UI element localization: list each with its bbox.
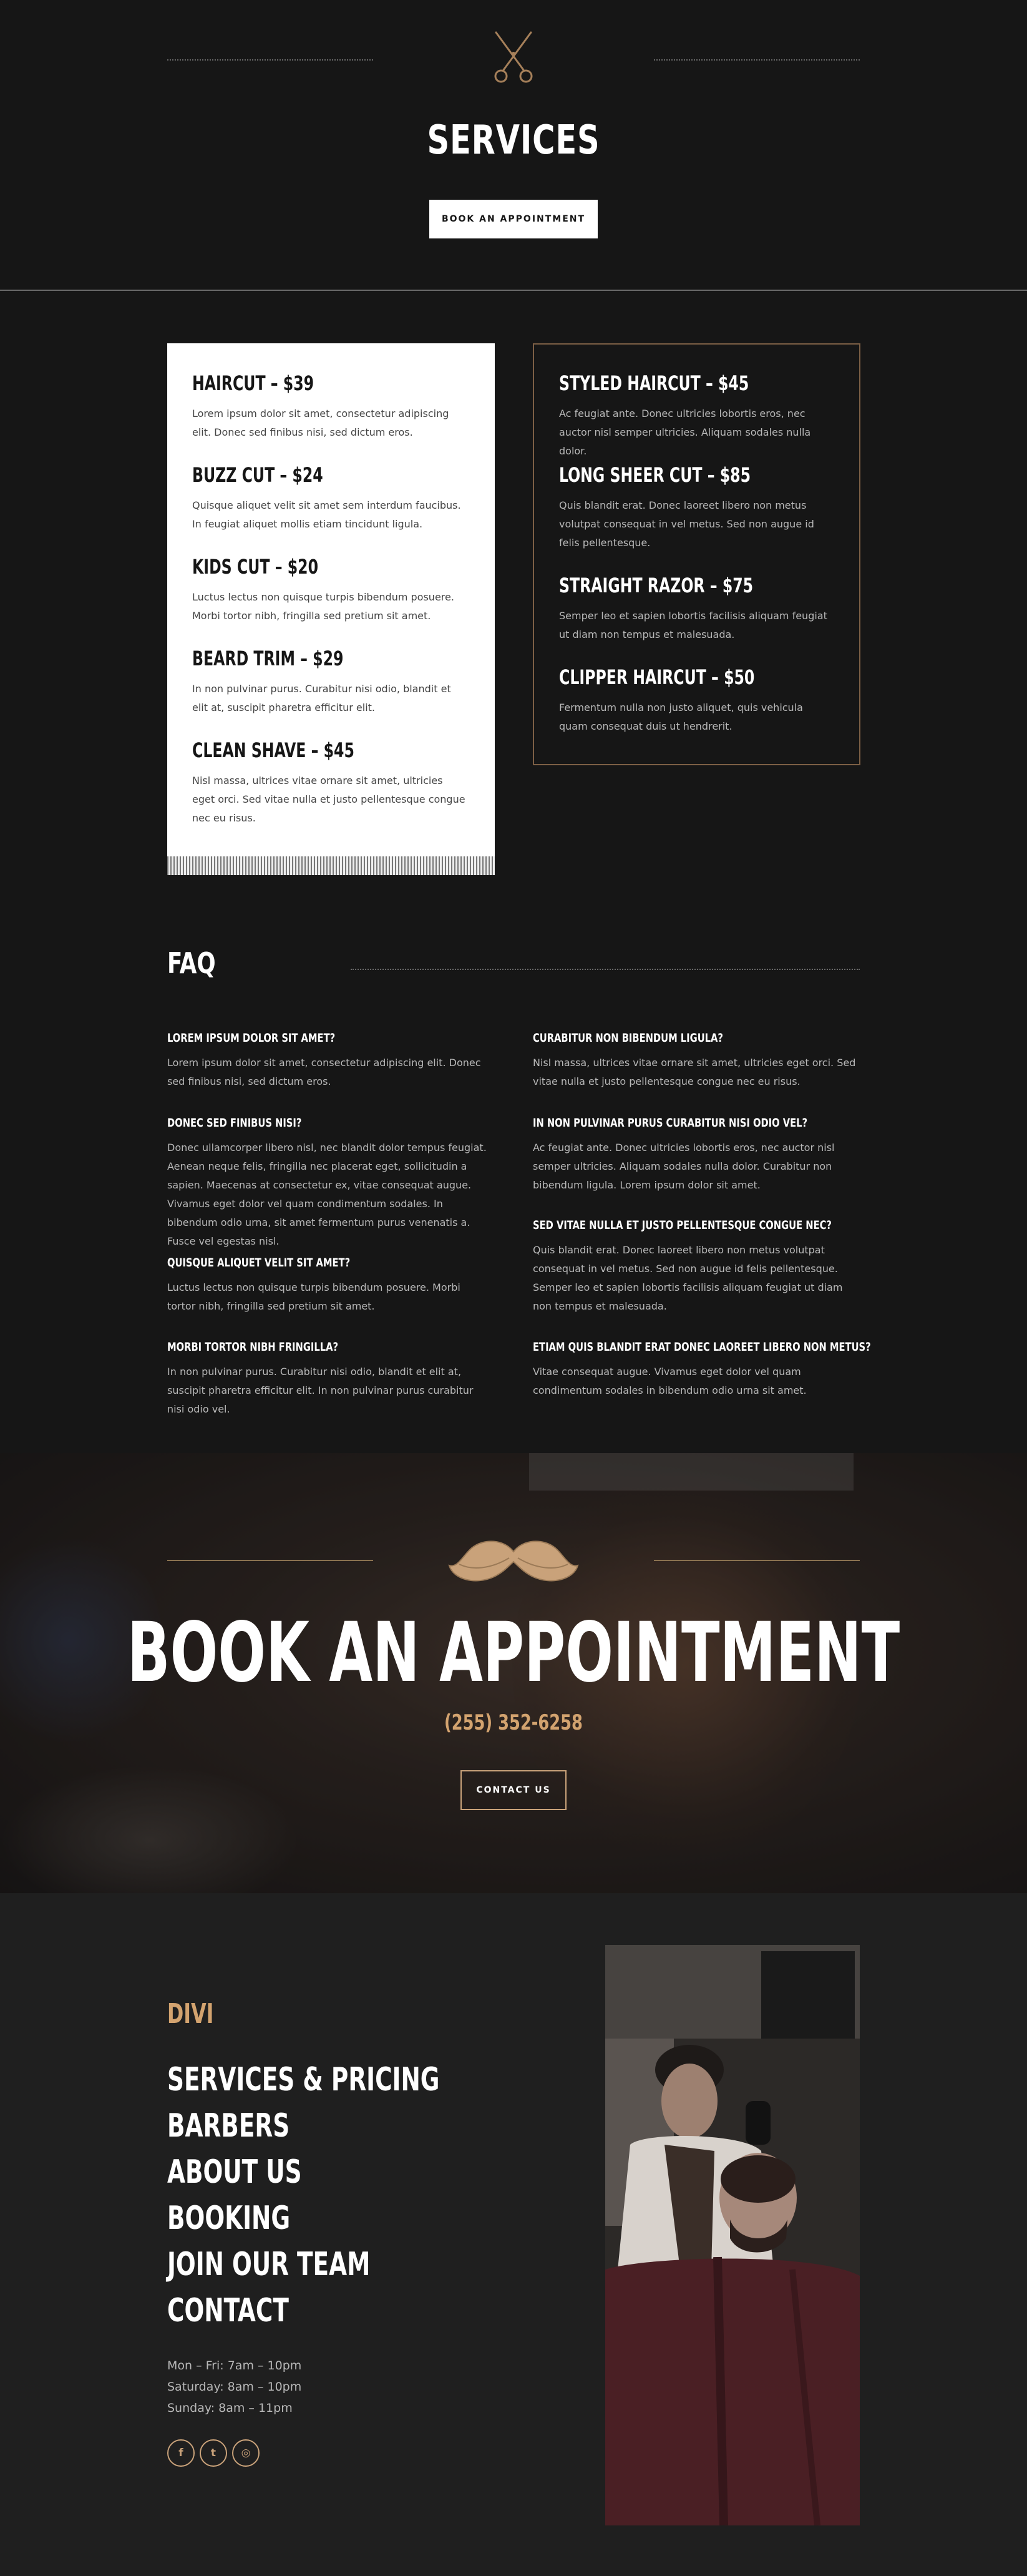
social-links: f t ◎	[167, 2439, 260, 2467]
faq-question: SED VITAE NULLA ET JUSTO PELLENTESQUE CO…	[533, 1218, 832, 1232]
footer-logo[interactable]: DIVI	[167, 1998, 213, 2030]
service-item: CLIPPER HAIRCUT – $50 Fermentum nulla no…	[559, 665, 834, 736]
faq-question: DONEC SED FINIBUS NISI?	[167, 1116, 302, 1130]
hours-saturday: Saturday: 8am – 10pm	[167, 2380, 302, 2394]
service-description: Lorem ipsum dolor sit amet, consectetur …	[192, 408, 449, 438]
service-name: LONG SHEER CUT – $85	[559, 463, 751, 487]
service-description: Luctus lectus non quisque turpis bibendu…	[192, 591, 454, 622]
section-divider	[0, 290, 1027, 291]
faq-item: CURABITUR NON BIBENDUM LIGULA? Nisl mass…	[533, 1030, 857, 1091]
mustache-icon	[448, 1540, 579, 1582]
service-name: STYLED HAIRCUT – $45	[559, 371, 749, 395]
hours-weekdays: Mon – Fri: 7am – 10pm	[167, 2359, 302, 2373]
service-name: CLIPPER HAIRCUT – $50	[559, 665, 755, 689]
nav-link-barbers[interactable]: BARBERS	[167, 2103, 439, 2149]
nav-link-about-us[interactable]: ABOUT US	[167, 2149, 439, 2195]
opening-hours: Mon – Fri: 7am – 10pm Saturday: 8am – 10…	[167, 2355, 301, 2419]
book-divider-left	[167, 1560, 373, 1561]
nav-link-booking[interactable]: BOOKING	[167, 2195, 439, 2241]
scissors-icon	[494, 31, 533, 83]
services-card-secondary: STYLED HAIRCUT – $45 Ac feugiat ante. Do…	[533, 343, 860, 765]
service-description: Quisque aliquet velit sit amet sem inter…	[192, 499, 461, 530]
service-name: CLEAN SHAVE – $45	[192, 738, 354, 762]
faq-answer: Vitae consequat augue. Vivamus eget dolo…	[533, 1366, 807, 1396]
services-card-primary: HAIRCUT – $39 Lorem ipsum dolor sit amet…	[167, 343, 495, 875]
faq-item: MORBI TORTOR NIBH FRINGILLA? In non pulv…	[167, 1339, 492, 1419]
footer: DIVI SERVICES & PRICING BARBERS ABOUT US…	[0, 1893, 1027, 2576]
service-item: HAIRCUT – $39 Lorem ipsum dolor sit amet…	[192, 371, 467, 442]
faq-item: IN NON PULVINAR PURUS CURABITUR NISI ODI…	[533, 1115, 857, 1195]
hours-sunday: Sunday: 8am – 11pm	[167, 2401, 293, 2415]
service-description: In non pulvinar purus. Curabitur nisi od…	[192, 683, 451, 713]
faq-question: QUISQUE ALIQUET VELIT SIT AMET?	[167, 1256, 351, 1270]
faq-divider	[351, 969, 860, 970]
faq-item: DONEC SED FINIBUS NISI? Donec ullamcorpe…	[167, 1115, 492, 1251]
service-item: KIDS CUT – $20 Luctus lectus non quisque…	[192, 554, 467, 625]
faq-title: FAQ	[167, 946, 216, 980]
contact-us-button[interactable]: CONTACT US	[460, 1770, 567, 1810]
phone-number[interactable]: (255) 352-6258	[82, 1710, 945, 1735]
faq-item: LOREM IPSUM DOLOR SIT AMET? Lorem ipsum …	[167, 1030, 492, 1091]
faq-answer: Donec ullamcorper libero nisl, nec bland…	[167, 1142, 487, 1247]
service-name: HAIRCUT – $39	[192, 371, 314, 395]
faq-answer: Lorem ipsum dolor sit amet, consectetur …	[167, 1057, 481, 1087]
service-description: Semper leo et sapien lobortis facilisis …	[559, 610, 827, 640]
faq-question: ETIAM QUIS BLANDIT ERAT DONEC LAOREET LI…	[533, 1340, 871, 1354]
hero-divider-left	[167, 59, 373, 61]
faq-answer: Nisl massa, ultrices vitae ornare sit am…	[533, 1057, 856, 1087]
facebook-icon[interactable]: f	[167, 2439, 195, 2467]
service-item: STRAIGHT RAZOR – $75 Semper leo et sapie…	[559, 573, 834, 644]
page: SERVICES BOOK AN APPOINTMENT HAIRCUT – $…	[0, 0, 1027, 2576]
barber-photo-illustration	[605, 1945, 860, 2525]
faq-question: IN NON PULVINAR PURUS CURABITUR NISI ODI…	[533, 1116, 808, 1130]
service-name: BEARD TRIM – $29	[192, 647, 344, 670]
faq-answer: Quis blandit erat. Donec laoreet libero …	[533, 1244, 843, 1312]
service-description: Ac feugiat ante. Donec ultricies loborti…	[559, 408, 811, 457]
service-name: BUZZ CUT – $24	[192, 463, 323, 487]
faq-item: QUISQUE ALIQUET VELIT SIT AMET? Luctus l…	[167, 1255, 492, 1316]
service-name: KIDS CUT – $20	[192, 555, 318, 579]
service-description: Fermentum nulla non justo aliquet, quis …	[559, 702, 803, 732]
footer-nav: SERVICES & PRICING BARBERS ABOUT US BOOK…	[167, 2057, 508, 2334]
service-description: Quis blandit erat. Donec laoreet libero …	[559, 499, 814, 549]
service-item: BUZZ CUT – $24 Quisque aliquet velit sit…	[192, 463, 467, 534]
hero-divider-right	[654, 59, 860, 61]
faq-answer: In non pulvinar purus. Curabitur nisi od…	[167, 1366, 474, 1415]
faq-answer: Ac feugiat ante. Donec ultricies loborti…	[533, 1142, 835, 1191]
service-description: Nisl massa, ultrices vitae ornare sit am…	[192, 775, 465, 824]
service-item: CLEAN SHAVE – $45 Nisl massa, ultrices v…	[192, 738, 467, 828]
nav-link-contact[interactable]: CONTACT	[167, 2288, 439, 2334]
nav-link-services-pricing[interactable]: SERVICES & PRICING	[167, 2057, 439, 2103]
faq-question: LOREM IPSUM DOLOR SIT AMET?	[167, 1031, 336, 1045]
book-appointment-title: BOOK AN APPOINTMENT	[127, 1605, 900, 1701]
card-stripe-pattern	[167, 856, 495, 875]
faq-item: ETIAM QUIS BLANDIT ERAT DONEC LAOREET LI…	[533, 1339, 871, 1400]
service-item: STYLED HAIRCUT – $45 Ac feugiat ante. Do…	[559, 371, 834, 461]
faq-item: SED VITAE NULLA ET JUSTO PELLENTESQUE CO…	[533, 1217, 857, 1316]
instagram-icon[interactable]: ◎	[232, 2439, 260, 2467]
faq-question: MORBI TORTOR NIBH FRINGILLA?	[167, 1340, 338, 1354]
page-title: SERVICES	[427, 117, 600, 164]
twitter-icon[interactable]: t	[200, 2439, 227, 2467]
service-name: STRAIGHT RAZOR – $75	[559, 574, 754, 597]
services-hero: SERVICES BOOK AN APPOINTMENT	[0, 0, 1027, 291]
book-appointment-button[interactable]: BOOK AN APPOINTMENT	[429, 200, 598, 238]
nav-link-join-our-team[interactable]: JOIN OUR TEAM	[167, 2241, 439, 2288]
faq-question: CURABITUR NON BIBENDUM LIGULA?	[533, 1031, 723, 1045]
service-item: LONG SHEER CUT – $85 Quis blandit erat. …	[559, 463, 834, 552]
book-appointment-section: BOOK AN APPOINTMENT (255) 352-6258 CONTA…	[0, 1453, 1027, 1893]
barber-photo	[605, 1945, 860, 2525]
service-item: BEARD TRIM – $29 In non pulvinar purus. …	[192, 646, 467, 717]
faq-answer: Luctus lectus non quisque turpis bibendu…	[167, 1281, 460, 1312]
book-divider-right	[654, 1560, 860, 1561]
